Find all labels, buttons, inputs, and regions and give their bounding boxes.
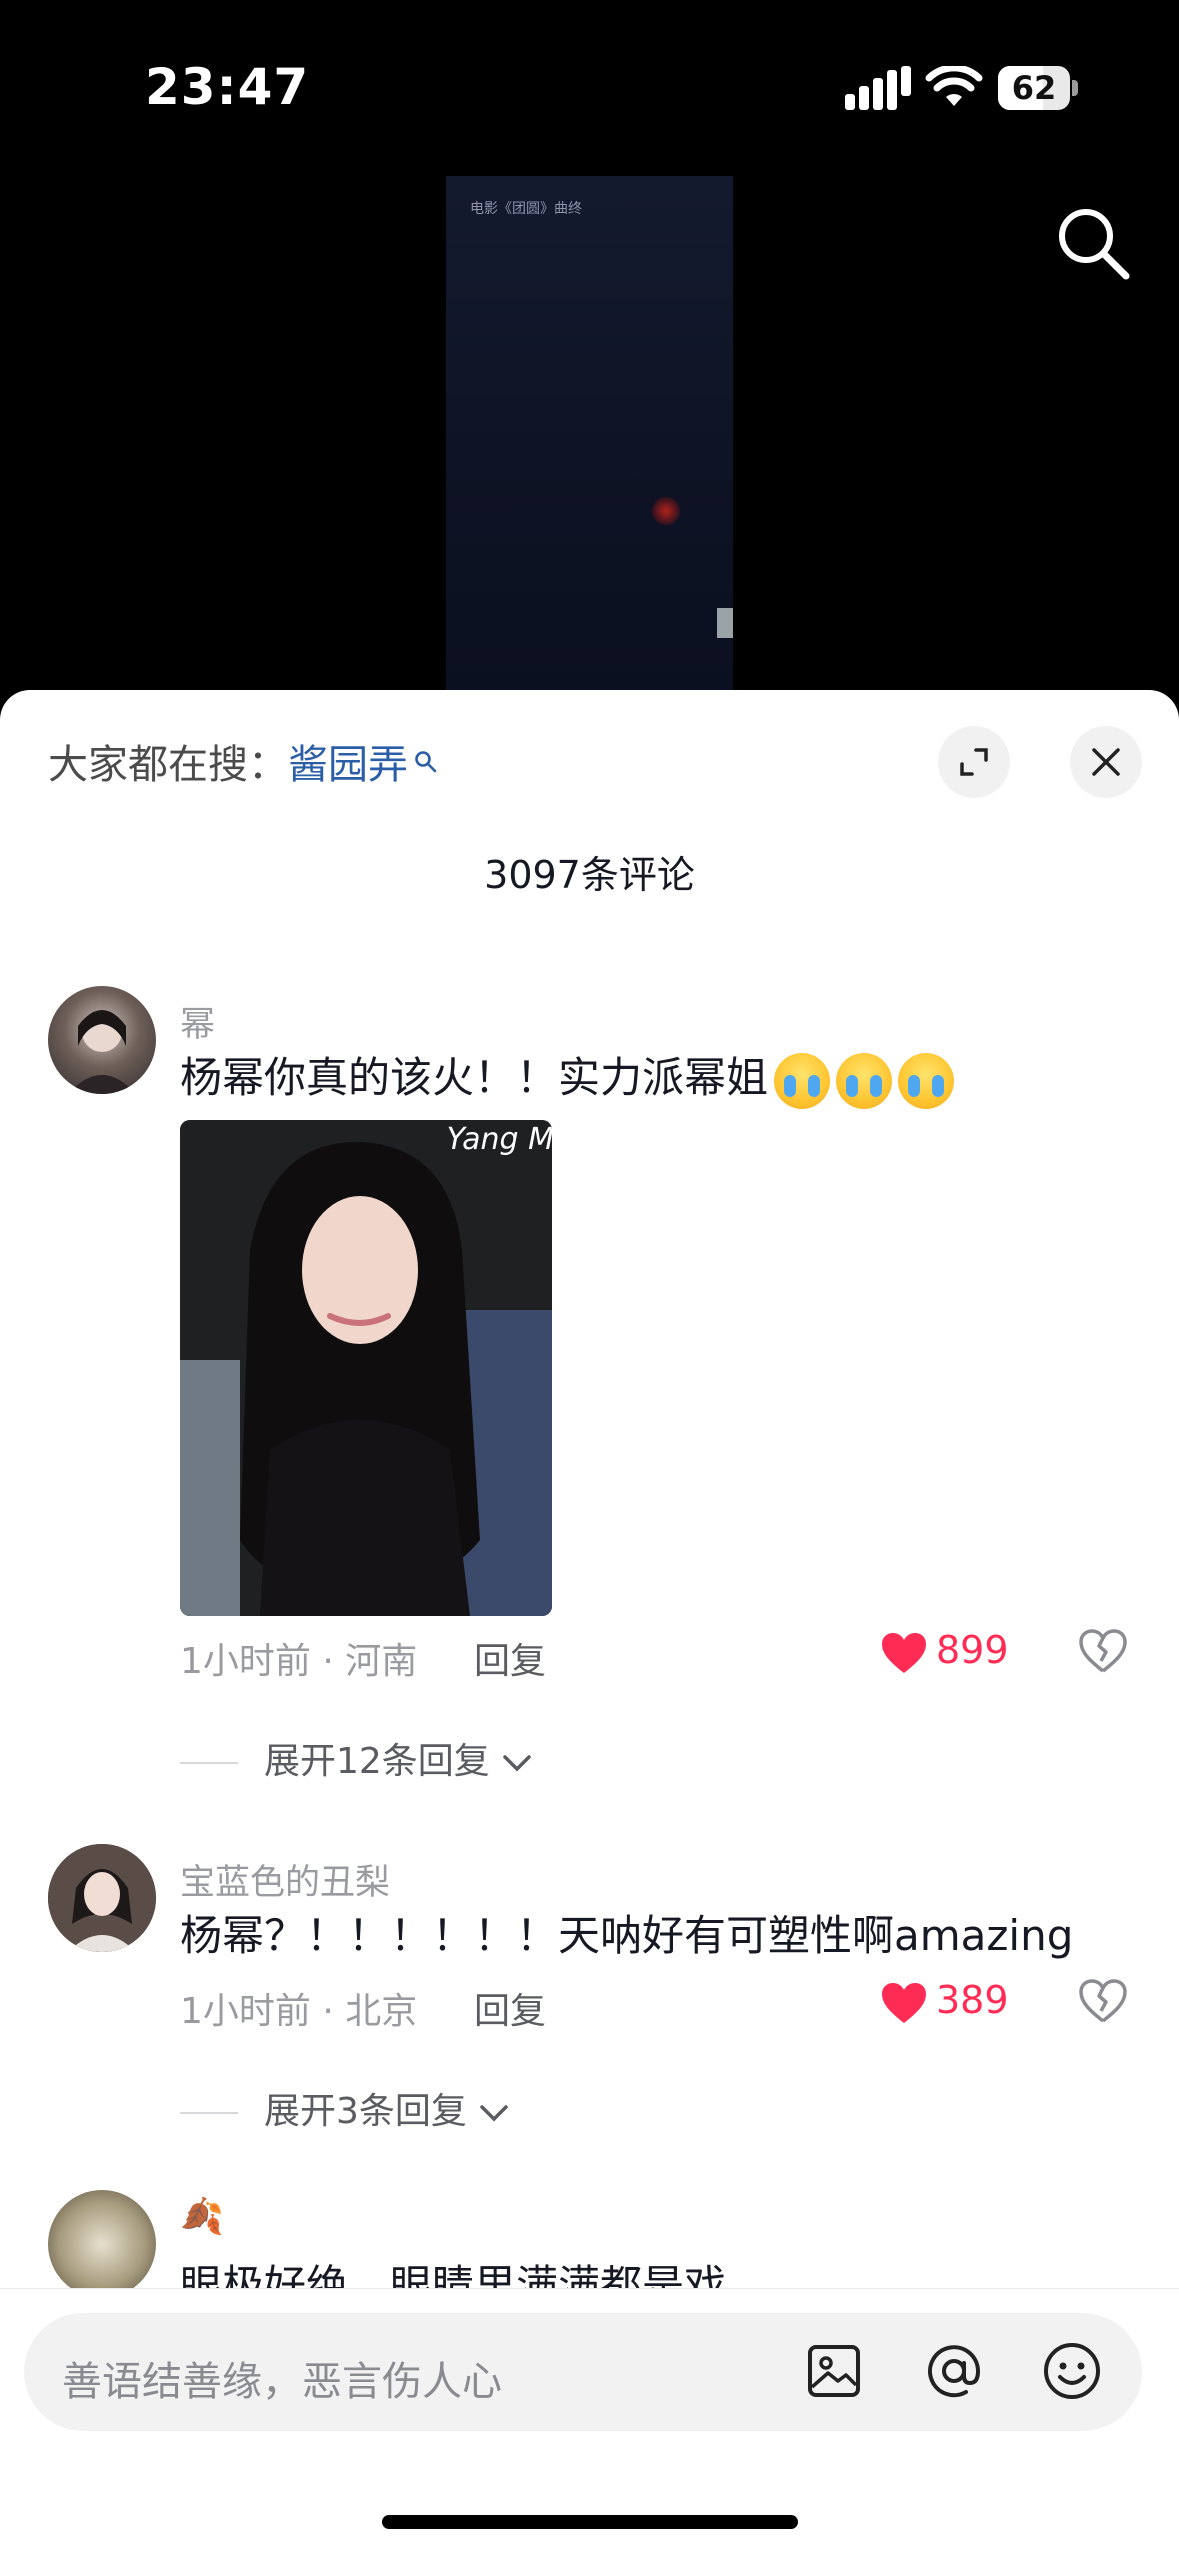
video-edge-mark: [717, 608, 733, 638]
broken-heart-icon: [1079, 1979, 1127, 2023]
close-button[interactable]: [1070, 726, 1142, 798]
status-bar: 23:47 62: [0, 0, 1179, 160]
expand-replies-button[interactable]: 展开12条回复: [180, 1732, 533, 1784]
video-frame[interactable]: 电影《团圆》曲终: [446, 176, 733, 696]
heart-filled-icon: [882, 1632, 926, 1673]
expand-replies-label: 展开12条回复: [264, 1741, 490, 1782]
expand-replies-label: 展开3条回复: [264, 2091, 467, 2132]
mention-icon[interactable]: [922, 2339, 986, 2403]
avatar[interactable]: [48, 2190, 156, 2298]
status-time: 23:47: [145, 58, 310, 116]
trending-search[interactable]: 大家都在搜：酱园弄: [48, 732, 438, 790]
comment-text: 杨幂？！！！！！！天呐好有可塑性啊amazing: [180, 1911, 1074, 1960]
comment-image[interactable]: Yang M: [180, 1120, 552, 1616]
avatar[interactable]: [48, 1844, 156, 1952]
crying-emoji-icon: [836, 1052, 893, 1109]
like-count: 899: [936, 1628, 1009, 1672]
heart-filled-icon: [882, 1982, 926, 2023]
like-button[interactable]: 389: [880, 1978, 1009, 2025]
dislike-button[interactable]: [1078, 1978, 1128, 2028]
comment-username[interactable]: 幂: [180, 996, 215, 1047]
image-icon[interactable]: [802, 2339, 866, 2403]
video-caption: 电影《团圆》曲终: [470, 201, 582, 217]
search-icon[interactable]: [1050, 200, 1136, 286]
comment-sheet: 大家都在搜：酱园弄 3097条评论 幂 杨幂你真的该火！！实力派幂姐 Yang …: [0, 690, 1179, 2556]
battery-level: 62: [1011, 69, 1057, 107]
comment-count: 3097条评论: [484, 853, 695, 897]
comment-input[interactable]: 善语结善缘，恶言伤人心: [24, 2313, 1142, 2431]
search-small-icon: [414, 738, 438, 784]
image-watermark: Yang M: [446, 1122, 552, 1157]
dislike-button[interactable]: [1078, 1628, 1128, 1678]
reply-button[interactable]: 回复: [474, 1632, 546, 1684]
divider-line: [180, 1762, 238, 1764]
divider-line: [180, 2112, 238, 2114]
comment-text: 杨幂你真的该火！！实力派幂姐: [180, 1044, 955, 1109]
trending-keyword[interactable]: 酱园弄: [288, 742, 408, 788]
expand-icon: [960, 748, 988, 776]
comment-input-bar: 善语结善缘，恶言伤人心: [0, 2288, 1179, 2557]
crying-emoji-icon: [774, 1052, 831, 1109]
comment-text-content: 杨幂你真的该火！！实力派幂姐: [180, 1053, 769, 1102]
trending-prefix: 大家都在搜：: [48, 742, 288, 788]
emoji-icon[interactable]: [1040, 2339, 1104, 2403]
chevron-down-icon: [503, 1755, 532, 1772]
chevron-down-icon: [480, 2105, 509, 2122]
comment-input-placeholder: 善语结善缘，恶言伤人心: [62, 2359, 502, 2405]
like-button[interactable]: 899: [880, 1628, 1009, 1675]
wifi-icon: [925, 64, 983, 110]
expand-replies-button[interactable]: 展开3条回复: [180, 2082, 510, 2134]
comment-meta: 1小时前 · 河南: [180, 1641, 418, 1682]
comment-meta: 1小时前 · 北京: [180, 1991, 418, 2032]
reply-button[interactable]: 回复: [474, 1982, 546, 2034]
cellular-signal-icon: [845, 66, 911, 110]
like-count: 389: [936, 1978, 1009, 2022]
video-highlight: [651, 496, 681, 526]
battery-icon: 62: [998, 66, 1078, 110]
comment-username[interactable]: 宝蓝色的丑梨: [180, 1854, 390, 1905]
comment-username[interactable]: 🍂: [180, 2196, 224, 2237]
avatar[interactable]: [48, 986, 156, 1094]
home-indicator: [382, 2515, 798, 2529]
crying-emoji-icon: [898, 1052, 955, 1109]
expand-button[interactable]: [938, 726, 1010, 798]
broken-heart-icon: [1079, 1629, 1127, 1673]
close-icon: [1092, 748, 1120, 776]
